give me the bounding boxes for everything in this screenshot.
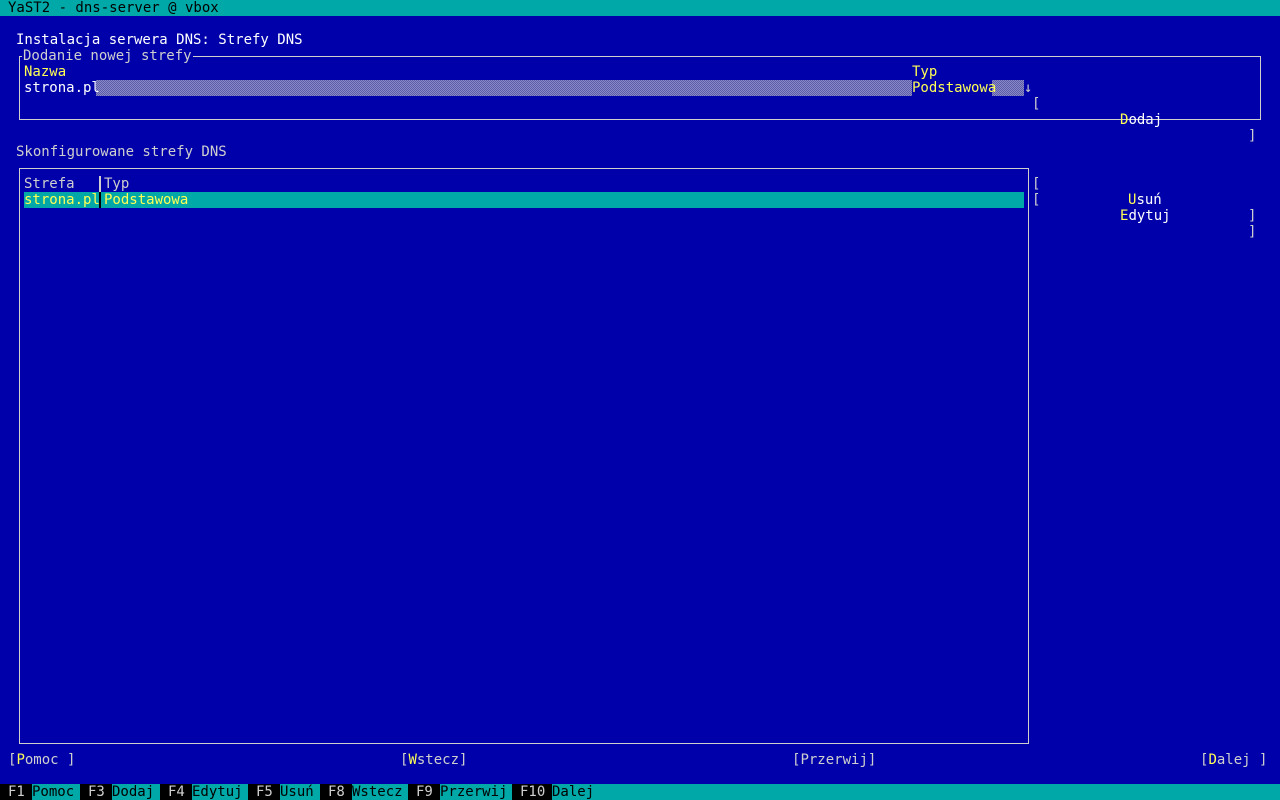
back-button-hotkey: W <box>408 752 417 768</box>
fkey-f1-label: Pomoc <box>32 784 75 800</box>
zones-table-header-zone[interactable]: Strefa <box>24 176 75 192</box>
delete-zone-button-rest: suń <box>1136 192 1162 208</box>
fkey-f9-key: F9 <box>408 784 440 800</box>
next-button-hotkey: D <box>1208 752 1217 768</box>
fkey-f3-key: F3 <box>80 784 112 800</box>
function-key-bar: F1 Pomoc F3 Dodaj F4 Edytuj F5 Usuń F8 W… <box>0 784 1280 800</box>
add-zone-button-open: [ <box>1032 96 1041 112</box>
zone-type-label-text: Typ <box>912 64 938 80</box>
abort-button-rest: rzerwij] <box>808 752 877 768</box>
zones-table-column-divider <box>99 176 101 192</box>
zones-table-header-type[interactable]: Typ <box>104 176 129 192</box>
next-button-rest: alej ] <box>1216 752 1268 768</box>
help-button-hotkey: P <box>16 752 25 768</box>
delete-zone-button-close: ] <box>1248 208 1257 224</box>
table-row-divider <box>99 192 101 208</box>
edit-zone-button-open: [ <box>1032 192 1041 208</box>
table-cell-zone: strona.pl <box>24 192 100 208</box>
fkey-f5-label: Usuń <box>280 784 314 800</box>
delete-zone-button[interactable]: [ Usuń ] <box>1032 160 1256 224</box>
back-button-rest: stecz] <box>416 752 468 768</box>
zone-type-combobox[interactable]: Podstawowa <box>912 80 996 96</box>
window-titlebar: YaST2 - dns-server @ vbox <box>0 0 1280 16</box>
zone-name-input[interactable]: strona.pl <box>24 80 100 96</box>
delete-zone-button-label: Usuń <box>1128 192 1162 208</box>
add-zone-button-label: Dodaj <box>1120 112 1162 128</box>
zone-type-label: Typ <box>912 64 937 80</box>
zone-name-label: Nazwa <box>24 64 66 80</box>
add-zone-button[interactable]: [ Dodaj ] <box>1032 80 1256 144</box>
help-button-rest: omoc ] <box>24 752 76 768</box>
configured-zones-label: Skonfigurowane strefy DNS <box>16 144 227 160</box>
fkey-f4-label: Edytuj <box>192 784 243 800</box>
edit-zone-button-rest: dytuj <box>1128 208 1171 224</box>
fkey-f5-key: F5 <box>248 784 280 800</box>
fkey-f10-label: Dalej <box>552 784 595 800</box>
edit-zone-button-label: Edytuj <box>1120 208 1171 224</box>
table-row[interactable]: strona.pl Podstawowa <box>24 192 1024 208</box>
fkey-f1-key: F1 <box>0 784 32 800</box>
fkey-f4-key: F4 <box>160 784 192 800</box>
add-zone-button-close: ] <box>1248 128 1257 144</box>
back-button[interactable]: [Wstecz] <box>400 752 467 768</box>
fkey-f3-label: Dodaj <box>112 784 155 800</box>
fkey-f10-key: F10 <box>512 784 552 800</box>
abort-button-hotkey: P <box>800 752 809 768</box>
edit-zone-button-close: ] <box>1248 224 1257 240</box>
help-button[interactable]: [Pomoc ] <box>8 752 75 768</box>
page-title: Instalacja serwera DNS: Strefy DNS <box>16 32 303 48</box>
fkey-f8-key: F8 <box>320 784 352 800</box>
fkey-f9-label: Przerwij <box>440 784 508 800</box>
fkey-f8-label: Wstecz <box>352 784 403 800</box>
zones-table[interactable] <box>19 168 1029 744</box>
add-zone-button-rest: odaj <box>1128 112 1163 128</box>
next-button[interactable]: [Dalej ] <box>1200 752 1267 768</box>
zone-type-combobox-fill[interactable] <box>992 80 1024 96</box>
table-cell-type: Podstawowa <box>104 192 189 208</box>
window-title: YaST2 - dns-server @ vbox <box>8 0 219 16</box>
add-zone-frame-label: Dodanie nowej strefy <box>22 48 193 64</box>
zone-name-label-text: Nazwa <box>24 64 67 80</box>
zone-name-input-fill[interactable] <box>96 80 912 96</box>
abort-button[interactable]: [Przerwij] <box>792 752 876 768</box>
edit-zone-button[interactable]: [ Edytuj ] <box>1032 176 1256 240</box>
